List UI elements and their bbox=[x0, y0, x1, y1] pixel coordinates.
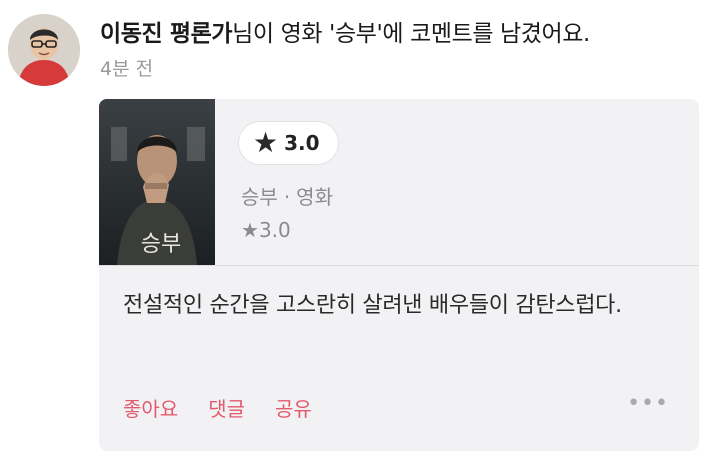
average-rating-value: 3.0 bbox=[258, 218, 291, 242]
meta-separator: · bbox=[283, 185, 291, 209]
comment-actions: 좋아요 댓글 공유 bbox=[123, 395, 312, 423]
movie-title[interactable]: 승부 bbox=[241, 185, 278, 209]
movie-poster[interactable]: 승부 bbox=[99, 99, 215, 265]
movie-info-row[interactable]: 승부 ★ 3.0 승부 · 영화 ★3.0 bbox=[99, 99, 699, 266]
poster-image: 승부 bbox=[99, 99, 215, 265]
comment-card: 승부 ★ 3.0 승부 · 영화 ★3.0 전설적인 순간을 고스란히 살려낸 배우… bbox=[99, 99, 699, 451]
like-button[interactable]: 좋아요 bbox=[123, 395, 178, 423]
reply-button[interactable]: 댓글 bbox=[208, 395, 245, 423]
my-rating-value: 3.0 bbox=[284, 131, 320, 155]
user-name-link[interactable]: 이동진 평론가 bbox=[100, 21, 233, 47]
movie-category: 영화 bbox=[296, 185, 333, 209]
feed-headline: 이동진 평론가님이 영화 '승부'에 코멘트를 남겼어요. bbox=[100, 18, 590, 50]
my-rating-pill[interactable]: ★ 3.0 bbox=[238, 121, 339, 165]
avatar[interactable] bbox=[8, 14, 80, 86]
star-icon: ★ bbox=[241, 218, 259, 242]
movie-meta: 승부 · 영화 bbox=[241, 183, 333, 211]
star-icon: ★ bbox=[253, 126, 279, 159]
timestamp: 4분 전 bbox=[100, 58, 154, 80]
share-button[interactable]: 공유 bbox=[275, 395, 312, 423]
comment-text: 전설적인 순간을 고스란히 살려낸 배우들이 감탄스럽다. bbox=[123, 293, 622, 318]
avatar-image bbox=[8, 14, 80, 86]
action-text: 님이 영화 '승부'에 코멘트를 남겼어요. bbox=[232, 21, 590, 47]
feed-page: 이동진 평론가님이 영화 '승부'에 코멘트를 남겼어요. 4분 전 승부 ★ … bbox=[0, 0, 715, 468]
more-options-icon[interactable]: ••• bbox=[627, 391, 669, 416]
movie-average-rating: ★3.0 bbox=[241, 216, 291, 244]
poster-title: 승부 bbox=[141, 232, 181, 257]
